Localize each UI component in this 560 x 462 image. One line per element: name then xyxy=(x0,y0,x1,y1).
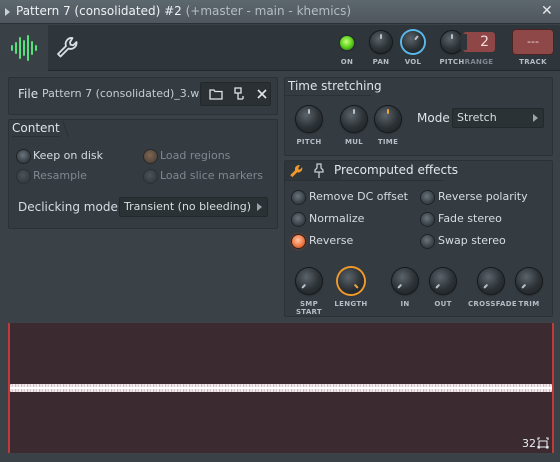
stretch-mode-value: Stretch xyxy=(457,111,497,124)
ts-pitch-knob[interactable] xyxy=(296,106,322,132)
tab-waveform[interactable] xyxy=(0,25,48,71)
fade-stereo-radio[interactable] xyxy=(421,213,434,226)
load-regions-radio[interactable] xyxy=(144,150,157,163)
crossfade-label: CROSSFADE xyxy=(468,300,517,308)
pan-knob[interactable] xyxy=(370,31,392,53)
resample-label: Resample xyxy=(33,169,87,182)
track-label: TRACK xyxy=(519,58,547,66)
declicking-mode-select[interactable]: Transient (no bleeding) xyxy=(119,197,268,217)
probe-icon[interactable] xyxy=(312,163,326,179)
out-knob[interactable] xyxy=(430,268,456,294)
wrench-icon xyxy=(57,37,78,58)
ts-mul-label: MUL xyxy=(344,138,363,146)
waveform-icon xyxy=(11,35,37,61)
reverse-polarity-radio[interactable] xyxy=(421,191,434,204)
window-title: Pattern 7 (consolidated) #2 (+master - m… xyxy=(16,4,351,18)
tab-settings[interactable] xyxy=(48,25,88,71)
resample-radio[interactable] xyxy=(17,170,30,183)
keep-on-disk-label: Keep on disk xyxy=(33,149,104,162)
time-stretching-title: Time stretching xyxy=(288,79,382,93)
window-title-main: Pattern 7 (consolidated) #2 xyxy=(16,4,182,18)
swap-stereo-label: Swap stereo xyxy=(438,234,506,247)
on-label: ON xyxy=(340,58,354,66)
pitch-range-field[interactable]: 2 xyxy=(461,32,495,52)
range-label: RANGE xyxy=(464,58,494,66)
keep-on-disk-radio[interactable] xyxy=(17,150,30,163)
declicking-mode-value: Transient (no bleeding) xyxy=(124,200,252,213)
reverse-radio[interactable] xyxy=(292,235,305,248)
window-menu-arrow-icon[interactable] xyxy=(5,8,10,16)
remove-file-button[interactable] xyxy=(250,83,273,105)
declicking-mode-label: Declicking mode xyxy=(18,200,118,214)
open-file-button[interactable] xyxy=(204,83,227,105)
trim-label: TRIM xyxy=(518,300,540,308)
ts-mul-knob[interactable] xyxy=(341,106,367,132)
close-icon xyxy=(256,89,267,99)
length-label: LENGTH xyxy=(334,300,368,308)
load-slice-markers-label: Load slice markers xyxy=(160,169,264,182)
folder-icon xyxy=(208,89,223,100)
remove-dc-offset-label: Remove DC offset xyxy=(309,190,408,203)
zoom-fit-icon[interactable] xyxy=(537,437,549,449)
dropdown-arrow-icon xyxy=(533,114,538,122)
out-label: OUT xyxy=(434,300,452,308)
swap-stereo-radio[interactable] xyxy=(421,235,434,248)
in-knob[interactable] xyxy=(392,268,418,294)
mode-label: Mode xyxy=(417,111,450,125)
pe-title-underline xyxy=(285,180,443,181)
content-title: Content xyxy=(12,121,60,137)
smp-start-knob[interactable] xyxy=(296,268,322,294)
trim-knob[interactable] xyxy=(516,268,542,294)
crossfade-knob[interactable] xyxy=(478,268,504,294)
file-label: File xyxy=(18,87,39,101)
locate-icon xyxy=(233,87,244,100)
reverse-polarity-label: Reverse polarity xyxy=(438,190,528,203)
vol-knob[interactable] xyxy=(402,31,424,53)
on-toggle-led[interactable] xyxy=(340,36,354,50)
window-title-sub: (+master - main - khemics) xyxy=(185,4,352,18)
pan-label: PAN xyxy=(372,58,390,66)
wrench-icon[interactable] xyxy=(289,163,305,179)
reverse-label: Reverse xyxy=(309,234,354,247)
pitch-knob[interactable] xyxy=(441,31,463,53)
stretch-mode-select[interactable]: Stretch xyxy=(452,108,544,128)
waveform-center-line xyxy=(10,387,552,389)
precomputed-effects-title: Precomputed effects xyxy=(334,163,459,177)
normalize-label: Normalize xyxy=(309,212,365,225)
load-regions-label: Load regions xyxy=(160,149,231,162)
in-label: IN xyxy=(400,300,410,308)
dropdown-arrow-icon xyxy=(257,203,262,211)
track-selector[interactable]: --- xyxy=(513,30,553,54)
normalize-radio[interactable] xyxy=(292,213,305,226)
ts-time-knob[interactable] xyxy=(375,106,401,132)
locate-file-button[interactable] xyxy=(228,83,251,105)
ts-pitch-label: PITCH xyxy=(296,138,322,146)
zoom-level: 32 xyxy=(522,437,536,450)
smp-start-label: SMP START xyxy=(295,300,323,316)
ts-title-underline xyxy=(285,95,371,96)
ts-time-label: TIME xyxy=(377,138,399,146)
load-slice-markers-radio[interactable] xyxy=(144,170,157,183)
fade-stereo-label: Fade stereo xyxy=(438,212,502,225)
vol-label: VOL xyxy=(404,58,422,66)
close-window-button[interactable]: ✕ xyxy=(541,3,553,19)
length-knob[interactable] xyxy=(338,268,364,294)
file-name: Pattern 7 (consolidated)_3.wav xyxy=(42,87,213,100)
remove-dc-offset-radio[interactable] xyxy=(292,191,305,204)
